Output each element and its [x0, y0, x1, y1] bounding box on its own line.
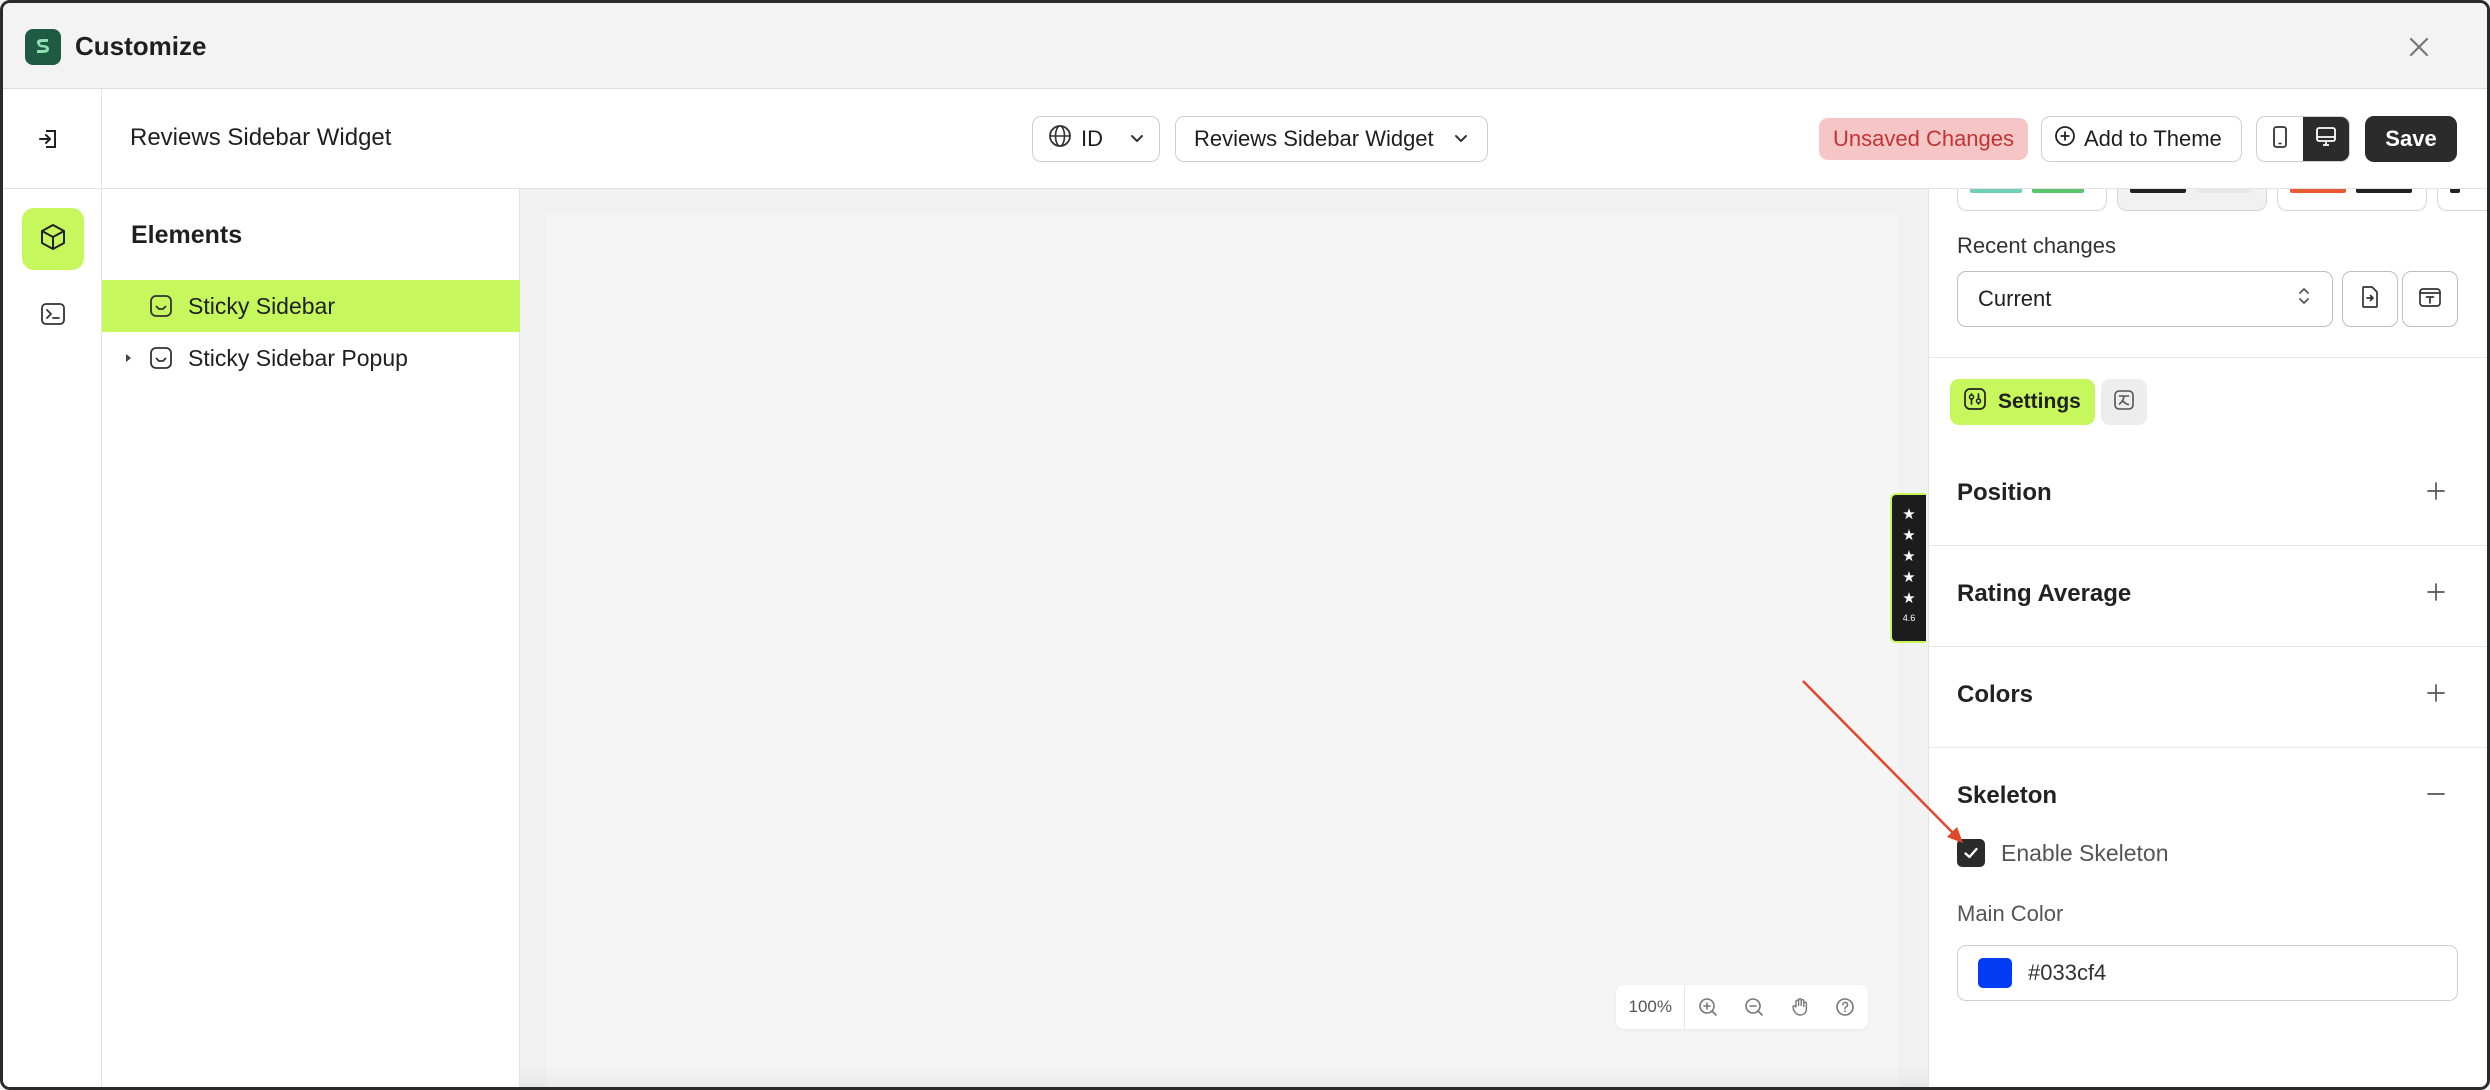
zoom-in-icon[interactable]: [1685, 985, 1731, 1029]
elements-title: Elements: [131, 221, 243, 249]
section-title: Colors: [1957, 681, 2034, 708]
recent-changes-label: Recent changes: [1957, 233, 2116, 258]
preset-card[interactable]: [2117, 189, 2267, 211]
desktop-icon: [2314, 125, 2338, 154]
title-bar: Customize: [3, 3, 2487, 89]
element-label: Sticky Sidebar: [188, 292, 336, 319]
star-icon: ★: [1902, 506, 1916, 523]
element-label: Sticky Sidebar Popup: [188, 344, 408, 371]
language-value: ID: [1081, 126, 1103, 151]
tab-settings[interactable]: Settings: [1950, 379, 2095, 425]
star-icon: ★: [1902, 548, 1916, 565]
template-button[interactable]: [2402, 271, 2458, 327]
theme-presets: [1957, 189, 2487, 211]
globe-icon: [1047, 123, 1073, 155]
translate-icon: [2112, 388, 2136, 417]
add-to-theme-button[interactable]: Add to Theme: [2041, 116, 2242, 162]
elements-rail-button[interactable]: [22, 208, 84, 270]
widget-icon: [147, 292, 175, 320]
recent-changes-value: Current: [1978, 286, 2052, 311]
main-color-field[interactable]: #033cf4: [1957, 945, 2458, 1001]
section-title: Rating Average: [1957, 580, 2132, 607]
header-toolbar: Reviews Sidebar Widget ID Reviews Sideba…: [3, 89, 2487, 189]
widget-select[interactable]: Reviews Sidebar Widget: [1175, 116, 1488, 162]
preset-card[interactable]: [1957, 189, 2107, 211]
tab-settings-label: Settings: [1998, 390, 2081, 413]
widget-icon: [147, 344, 175, 372]
left-rail: [3, 189, 102, 1087]
recent-changes-select[interactable]: Current: [1957, 271, 2333, 327]
enable-skeleton-row[interactable]: Enable Skeleton: [1957, 839, 2169, 867]
text-template-icon: [2417, 284, 2443, 315]
zoom-toolbar: 100%: [1616, 985, 1868, 1029]
minus-icon[interactable]: [2422, 780, 2450, 808]
main-color-value: #033cf4: [2028, 960, 2107, 985]
section-title[interactable]: Skeleton: [1957, 782, 2057, 810]
chevron-down-icon: [1453, 126, 1469, 152]
caret-right-icon[interactable]: [122, 352, 134, 364]
cube-icon: [37, 221, 69, 258]
divider: [1929, 357, 2487, 358]
plus-icon[interactable]: [2422, 679, 2450, 707]
desktop-view-button[interactable]: [2303, 117, 2349, 161]
import-button[interactable]: [2342, 271, 2398, 327]
reviews-sidebar-widget[interactable]: ★ ★ ★ ★ ★ 4.6: [1890, 493, 1926, 643]
file-import-icon: [2358, 284, 2382, 315]
preset-card[interactable]: [2437, 189, 2487, 211]
section-colors[interactable]: Colors: [1929, 647, 2487, 748]
device-toggle: [2256, 116, 2350, 162]
customize-window: Customize Reviews Sidebar Widget ID Revi…: [0, 0, 2490, 1090]
plus-circle-icon: [2054, 125, 2076, 153]
settings-panel: Recent changes Current Settings Position…: [1928, 189, 2487, 1087]
zoom-level: 100%: [1616, 985, 1686, 1029]
rating-score: 4.6: [1902, 613, 1916, 623]
enable-skeleton-checkbox[interactable]: [1957, 839, 1985, 867]
code-rail-button[interactable]: [22, 285, 84, 347]
preset-card[interactable]: [2277, 189, 2427, 211]
section-position[interactable]: Position: [1929, 445, 2487, 546]
element-item-sticky-sidebar-popup[interactable]: Sticky Sidebar Popup: [102, 332, 520, 384]
enable-skeleton-label: Enable Skeleton: [2001, 839, 2169, 866]
mobile-icon: [2271, 125, 2289, 154]
section-rating-average[interactable]: Rating Average: [1929, 546, 2487, 647]
main-color-label: Main Color: [1957, 901, 2064, 926]
terminal-icon: [38, 299, 68, 334]
star-icon: ★: [1902, 569, 1916, 586]
close-icon[interactable]: [2399, 27, 2439, 67]
widget-select-value: Reviews Sidebar Widget: [1194, 126, 1434, 151]
star-icon: ★: [1902, 590, 1916, 607]
settings-sliders-icon: [1962, 386, 1988, 418]
exit-icon[interactable]: [29, 119, 69, 159]
elements-panel: Elements Sticky Sidebar Sticky Sidebar P…: [102, 189, 520, 1087]
bottom-shadow: [520, 1063, 1928, 1087]
section-title: Position: [1957, 479, 2052, 506]
save-button[interactable]: Save: [2365, 116, 2457, 162]
chevron-down-icon: [1129, 126, 1145, 152]
app-logo-icon: [25, 29, 61, 65]
chevron-updown-icon: [2296, 285, 2312, 313]
mobile-view-button[interactable]: [2257, 117, 2303, 161]
app-title: Customize: [75, 31, 207, 61]
color-swatch[interactable]: [1978, 958, 2012, 988]
preview-page: ★ ★ ★ ★ ★ 4.6: [547, 213, 1926, 1087]
help-icon[interactable]: [1822, 985, 1868, 1029]
star-icon: ★: [1902, 527, 1916, 544]
add-to-theme-label: Add to Theme: [2084, 126, 2222, 151]
plus-icon[interactable]: [2422, 578, 2450, 606]
unsaved-changes-badge: Unsaved Changes: [1819, 118, 2029, 160]
plus-icon[interactable]: [2422, 477, 2450, 505]
preview-canvas: ★ ★ ★ ★ ★ 4.6 100%: [520, 189, 1928, 1087]
element-item-sticky-sidebar[interactable]: Sticky Sidebar: [102, 280, 520, 332]
page-title: Reviews Sidebar Widget: [130, 124, 392, 151]
zoom-out-icon[interactable]: [1731, 985, 1777, 1029]
toolbar-divider: [101, 89, 102, 189]
language-select[interactable]: ID: [1032, 116, 1160, 162]
tab-translate[interactable]: [2101, 379, 2147, 425]
hand-pan-icon[interactable]: [1777, 985, 1823, 1029]
